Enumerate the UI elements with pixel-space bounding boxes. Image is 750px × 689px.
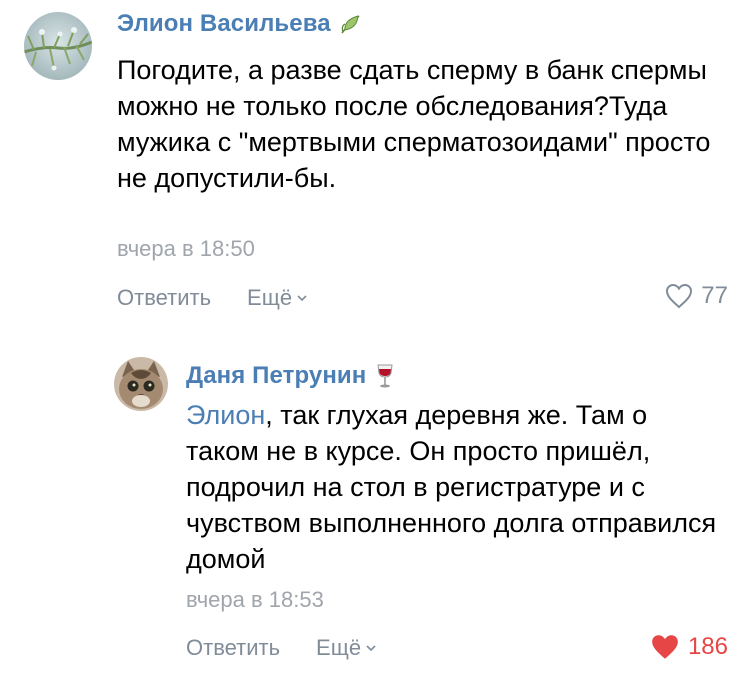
- comment-actions: Ответить Ещё: [117, 285, 308, 311]
- more-button[interactable]: Ещё: [247, 285, 308, 311]
- comments-thread: Элион Васильева Погодите, а разве сдать …: [0, 0, 750, 689]
- like-count: 186: [687, 633, 728, 660]
- heart-outline-icon: [666, 283, 693, 309]
- comment-timestamp: вчера в 18:53: [186, 587, 324, 612]
- wine-glass-icon: [377, 364, 393, 388]
- like-count: 77: [701, 282, 728, 309]
- comment-body: , так глухая деревня же. Там о таком не …: [186, 400, 717, 574]
- comment-author[interactable]: Элион Васильева: [117, 10, 363, 38]
- comment-timestamp: вчера в 18:50: [117, 236, 255, 261]
- like-button[interactable]: 186: [650, 633, 728, 661]
- author-name[interactable]: Элион Васильева: [117, 10, 331, 38]
- leaf-icon: [341, 15, 360, 34]
- more-label: Ещё: [247, 285, 293, 310]
- mention-link[interactable]: Элион: [186, 400, 265, 430]
- avatar-plant-image: [24, 12, 92, 80]
- more-label: Ещё: [316, 635, 362, 660]
- more-button[interactable]: Ещё: [316, 635, 377, 661]
- chevron-down-icon: [366, 645, 376, 652]
- avatar[interactable]: [114, 357, 168, 411]
- reply-button[interactable]: Ответить: [117, 285, 211, 311]
- avatar[interactable]: [24, 12, 92, 80]
- like-button[interactable]: 77: [665, 282, 728, 310]
- heart-filled-icon: [652, 635, 678, 659]
- chevron-down-icon: [297, 295, 307, 302]
- comment-text: Элион, так глухая деревня же. Там о тако…: [186, 397, 726, 577]
- comment-text: Погодите, а разве сдать сперму в банк сп…: [117, 55, 711, 193]
- author-name[interactable]: Даня Петрунин: [186, 362, 366, 390]
- reply-button[interactable]: Ответить: [186, 635, 280, 661]
- avatar-cat-image: [114, 357, 168, 411]
- comment-actions: Ответить Ещё: [186, 635, 377, 661]
- comment-author[interactable]: Даня Петрунин: [186, 362, 396, 390]
